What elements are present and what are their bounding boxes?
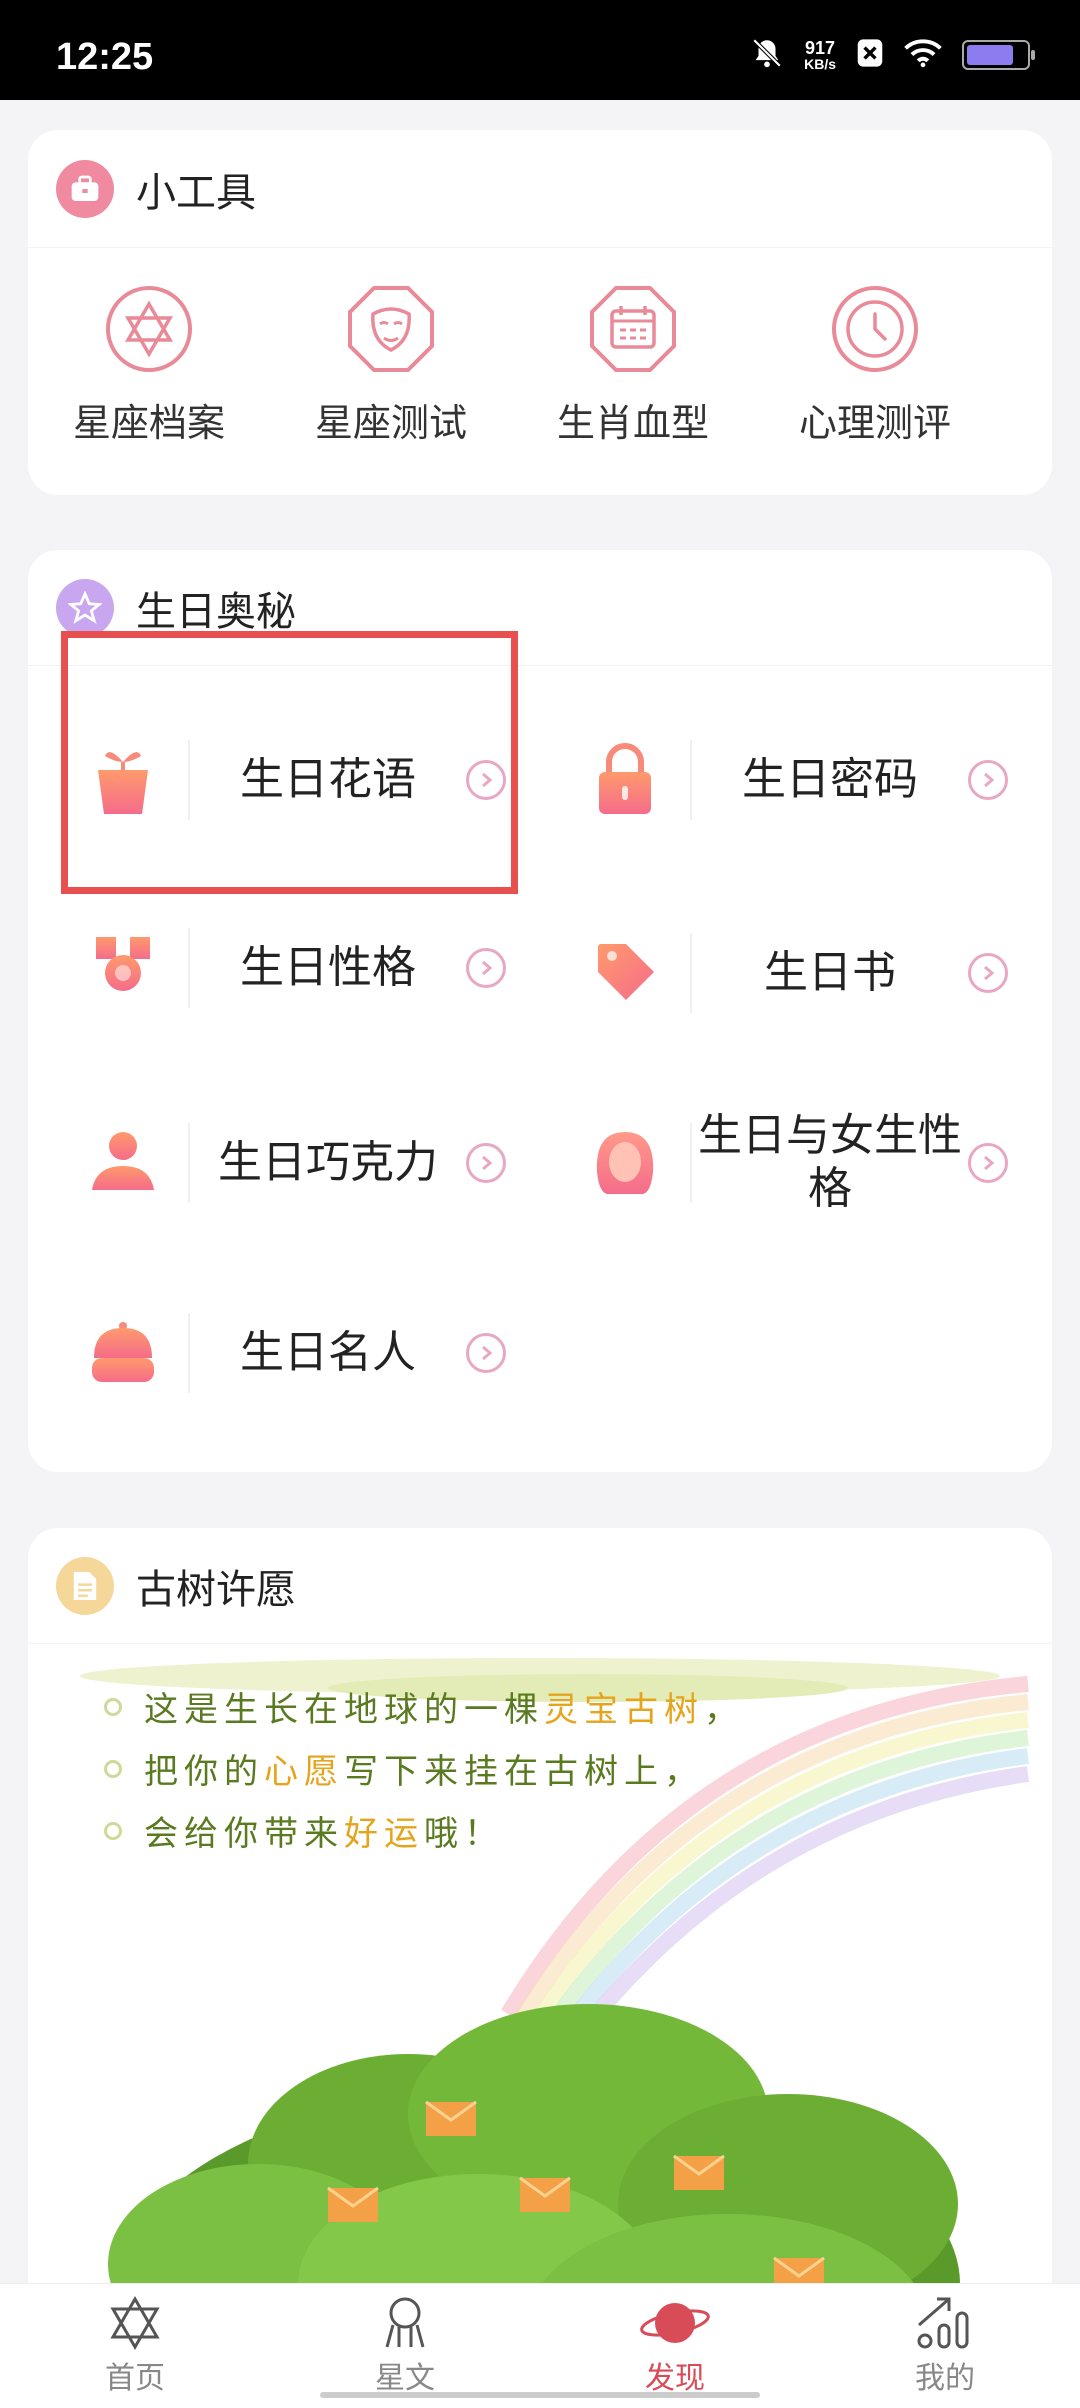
birthday-item-password[interactable]: 生日密码 <box>560 700 1018 860</box>
chevron-right-icon <box>466 948 506 988</box>
stats-icon <box>917 2297 969 2349</box>
chevron-right-icon <box>968 1143 1008 1183</box>
birthday-item-girl-personality[interactable]: 生日与女生性格 <box>560 1083 1018 1243</box>
tool-psych-test[interactable]: 心理测评 <box>754 284 996 447</box>
hexagram-icon <box>106 286 192 372</box>
tool-label: 生肖血型 <box>556 401 709 445</box>
mute-bell-icon <box>750 36 784 74</box>
tool-label: 星座档案 <box>72 401 225 445</box>
birthday-item-book[interactable]: 生日书 <box>560 893 1018 1053</box>
tag-icon <box>598 944 654 1000</box>
home-indicator[interactable] <box>320 2392 760 2398</box>
person-icon <box>92 1132 154 1190</box>
sim-x-icon <box>856 38 884 72</box>
birthday-item-label: 生日书 <box>764 946 896 998</box>
status-bar: 12:25 917 KB/s <box>0 0 1080 100</box>
chevron-right-icon <box>968 760 1008 800</box>
tools-title: 小工具 <box>136 169 256 216</box>
face-mask-icon <box>348 286 434 372</box>
wish-header: 古树许愿 <box>28 1528 1052 1644</box>
wish-line-2: 把你的 心愿 写下来挂在古树上， <box>104 1744 704 1793</box>
document-icon <box>56 1556 114 1615</box>
tools-header: 小工具 <box>28 130 1052 248</box>
network-speed: 917 KB/s <box>804 38 836 72</box>
battery-icon <box>962 40 1035 70</box>
hexagram-icon <box>110 2296 160 2350</box>
highlight-box <box>61 631 518 894</box>
birthday-item-personality[interactable]: 生日性格 <box>58 888 516 1048</box>
chevron-right-icon <box>466 1333 506 1373</box>
tool-zodiac-blood[interactable]: 生肖血型 <box>512 284 754 447</box>
bottom-nav: 首页 星文 发现 我的 <box>0 2283 1080 2408</box>
wish-card: 古树许愿 这是生长在地球的一棵 灵宝古树 ， 把你的 心愿 写下来挂在古树上， … <box>28 1528 1052 2408</box>
tools-row: 星座档案 星座测试 生肖血型 心理测评 <box>28 248 1052 447</box>
birthday-item-label: 生日巧克力 <box>218 1136 438 1188</box>
tool-constellation-profile[interactable]: 星座档案 <box>28 284 270 447</box>
status-icons: 917 KB/s <box>750 36 1035 74</box>
wish-line-1: 这是生长在地球的一棵 灵宝古树， <box>104 1682 744 1731</box>
nav-home[interactable]: 首页 <box>0 2284 270 2408</box>
chevron-right-icon <box>968 953 1008 993</box>
nav-mine[interactable]: 我的 <box>810 2284 1080 2408</box>
medal-icon <box>96 937 150 991</box>
woman-icon <box>596 1132 654 1194</box>
birthday-item-label: 生日性格 <box>240 941 416 993</box>
wish-line-3: 会给你带来 好运 哦！ <box>104 1806 504 1855</box>
star-icon <box>56 578 114 637</box>
chevron-right-icon <box>466 1143 506 1183</box>
wish-title: 古树许愿 <box>136 1566 296 1613</box>
planet-icon <box>640 2303 710 2343</box>
birthday-item-label: 生日与女生性格 <box>698 1110 962 1214</box>
lock-icon <box>599 743 651 814</box>
briefcase-icon <box>56 159 114 218</box>
tools-card: 小工具 星座档案 星座测试 生肖血型 心理测评 <box>28 130 1052 495</box>
birthday-item-celebrity[interactable]: 生日名人 <box>58 1273 516 1433</box>
clock-icon <box>832 286 918 372</box>
tool-constellation-test[interactable]: 星座测试 <box>270 284 512 447</box>
person-icon <box>385 2297 425 2348</box>
calendar-icon <box>590 286 676 372</box>
birthday-item-label: 生日名人 <box>240 1326 416 1378</box>
status-time: 12:25 <box>56 36 154 78</box>
birthday-item-label: 生日密码 <box>742 753 918 805</box>
nav-star-text[interactable]: 星文 <box>270 2284 540 2408</box>
cake-icon <box>92 1322 154 1382</box>
tool-label: 星座测试 <box>314 401 467 445</box>
tool-label: 心理测评 <box>798 401 951 445</box>
birthday-item-chocolate[interactable]: 生日巧克力 <box>58 1083 516 1243</box>
nav-discover[interactable]: 发现 <box>540 2284 810 2408</box>
wifi-icon <box>904 38 942 72</box>
birthday-title: 生日奥秘 <box>136 588 296 635</box>
